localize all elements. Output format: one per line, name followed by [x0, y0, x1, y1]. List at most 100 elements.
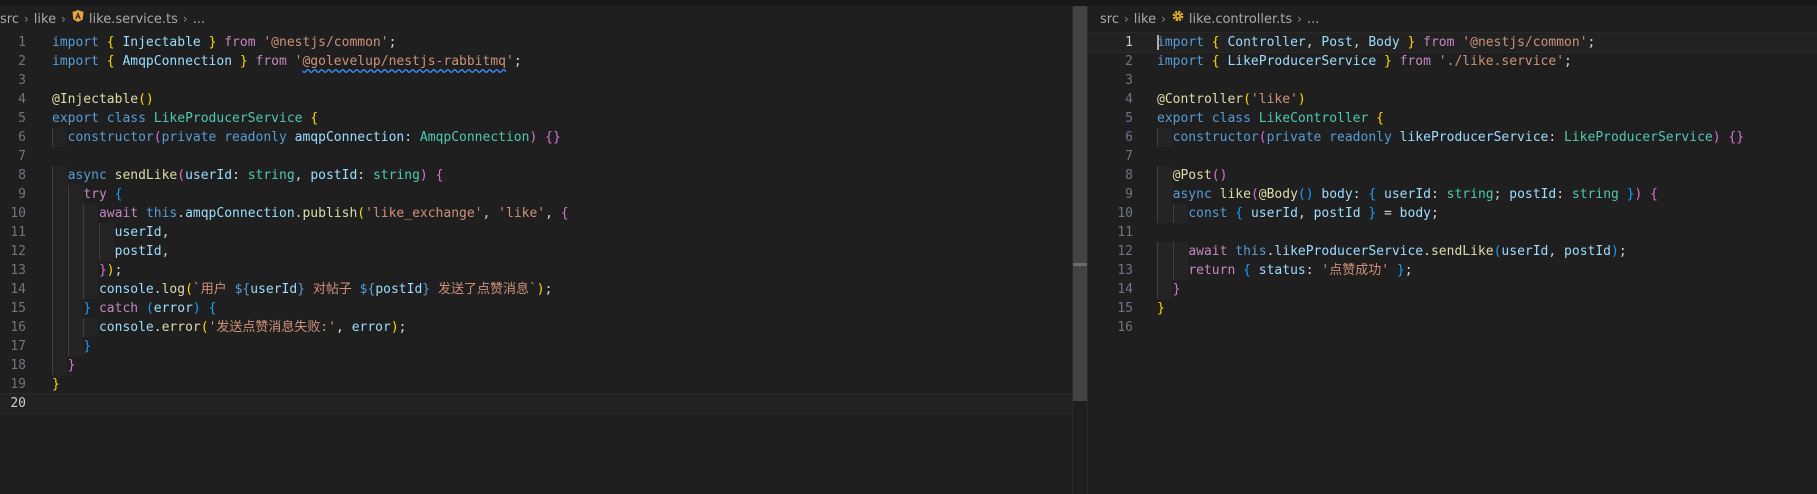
- code-line[interactable]: 16: [1088, 318, 1817, 337]
- breadcrumb-item-file[interactable]: like.controller.ts: [1189, 12, 1292, 27]
- indent-guide: [67, 299, 83, 318]
- code-token: import: [1157, 54, 1204, 69]
- code-token: userId: [1384, 187, 1431, 202]
- code-token: from: [1423, 35, 1455, 50]
- code-token: ,: [482, 206, 499, 221]
- code-line[interactable]: 19}: [0, 375, 1087, 394]
- code-line[interactable]: 7: [1088, 147, 1817, 166]
- code-line[interactable]: 11: [1088, 223, 1817, 242]
- code-line[interactable]: 7: [0, 147, 1087, 166]
- code-token: ${: [359, 282, 376, 297]
- code-line[interactable]: 6 constructor(private readonly likeProdu…: [1088, 128, 1817, 147]
- code-line[interactable]: 3: [1088, 71, 1817, 90]
- code-token: ': [505, 54, 514, 69]
- breadcrumb-item-like[interactable]: like: [34, 12, 56, 27]
- code-token: }: [83, 339, 92, 354]
- code-line[interactable]: 10 await this.amqpConnection.publish('li…: [0, 204, 1087, 223]
- code-line[interactable]: 15 } catch (error) {: [0, 299, 1087, 318]
- code-line[interactable]: 11 userId,: [0, 223, 1087, 242]
- code-line[interactable]: 15}: [1088, 299, 1817, 318]
- code-line[interactable]: 6 constructor(private readonly amqpConne…: [0, 128, 1087, 147]
- code-line[interactable]: 2 import { AmqpConnection } from '@goleve…: [0, 52, 1087, 71]
- code-line[interactable]: 2 import { LikeProducerService } from './…: [1088, 52, 1817, 71]
- scrollbar[interactable]: [1072, 6, 1087, 494]
- code-line[interactable]: 1 import { Injectable } from '@nestjs/com…: [0, 33, 1087, 52]
- indent-guide: [52, 337, 67, 356]
- line-number: 7: [1125, 149, 1133, 164]
- code-line[interactable]: 16 console.error('发送点赞消息失败:', error);: [0, 318, 1087, 337]
- code-line[interactable]: 8 async sendLike(userId: string, postId:…: [0, 166, 1087, 185]
- code-line[interactable]: 5 export class LikeProducerService {: [0, 109, 1087, 128]
- code-token: string: [1571, 187, 1619, 202]
- code-line[interactable]: 12 postId,: [0, 242, 1087, 261]
- code-line[interactable]: 13 return { status: '点赞成功' };: [1088, 261, 1817, 280]
- code-token: (: [145, 301, 154, 316]
- code-token: this: [1235, 244, 1267, 259]
- line-number: 9: [18, 187, 26, 202]
- line-number: 6: [1125, 130, 1133, 145]
- code-token: ,: [161, 244, 170, 259]
- code-text: export class LikeController {: [1157, 109, 1384, 128]
- code-token: ;: [1404, 263, 1413, 278]
- code-line[interactable]: 17 }: [0, 337, 1087, 356]
- code-token: }: [297, 282, 306, 297]
- code-token: {: [1376, 111, 1384, 126]
- code-editor[interactable]: 1 import { Injectable } from '@nestjs/com…: [0, 33, 1087, 414]
- code-token: ): [390, 320, 399, 335]
- code-token: userId: [1250, 206, 1298, 221]
- code-token: this: [145, 206, 178, 221]
- code-text: @Injectable(): [52, 90, 154, 109]
- editor-pane-left[interactable]: src › like › like.service.ts ›... 1 import { I…: [0, 6, 1087, 494]
- code-line[interactable]: 20: [0, 393, 1087, 414]
- code-line[interactable]: 4 @Controller('like'): [1088, 90, 1817, 109]
- chevron-right-icon: ›: [1297, 12, 1302, 26]
- line-number: 11: [1117, 225, 1133, 240]
- code-token: publish: [302, 206, 358, 221]
- code-line[interactable]: 18 }: [0, 356, 1087, 375]
- code-line[interactable]: 12 await this.likeProducerService.sendLi…: [1088, 242, 1817, 261]
- code-editor[interactable]: 1 import { Controller, Post, Body } from …: [1088, 32, 1817, 337]
- code-line[interactable]: 14 console.log(`用户 ${userId} 对帖子 ${postI…: [0, 280, 1087, 299]
- code-line[interactable]: 13 });: [0, 261, 1087, 280]
- breadcrumb-item-symbol[interactable]: ...: [1307, 12, 1319, 27]
- line-number: 12: [1117, 244, 1133, 259]
- code-token: amqpConnection: [294, 130, 405, 145]
- code-line[interactable]: 4 @Injectable(): [0, 90, 1087, 109]
- code-line[interactable]: 14 }: [1088, 280, 1817, 299]
- code-token: LikeProducerService: [153, 111, 303, 126]
- code-line[interactable]: 5 export class LikeController {: [1088, 109, 1817, 128]
- code-line[interactable]: 8 @Post(): [1088, 166, 1817, 185]
- code-line[interactable]: 9 async like(@Body() body: { userId: str…: [1088, 185, 1817, 204]
- code-line[interactable]: 1 import { Controller, Post, Body } from …: [1088, 32, 1817, 53]
- code-line[interactable]: 3: [0, 71, 1087, 90]
- code-line[interactable]: 9 try {: [0, 185, 1087, 204]
- code-token: ;: [1430, 206, 1439, 221]
- code-text: const { userId, postId } = body;: [1157, 204, 1439, 223]
- code-line[interactable]: 10 const { userId, postId } = body;: [1088, 204, 1817, 223]
- code-token: postId: [1509, 187, 1557, 202]
- breadcrumb-item-src[interactable]: src: [1100, 12, 1119, 27]
- code-token: .: [153, 282, 162, 297]
- indent-guide: [1157, 185, 1172, 204]
- breadcrumb-item-symbol[interactable]: ...: [193, 12, 205, 27]
- code-token: {: [1368, 187, 1377, 202]
- breadcrumb-item-like[interactable]: like: [1134, 12, 1156, 27]
- code-token: {: [310, 111, 319, 126]
- code-token: :: [1352, 187, 1369, 202]
- indent-guide: [1172, 242, 1188, 261]
- editor-pane-right[interactable]: src › like › like.controller.ts ›... 1 import …: [1087, 6, 1817, 494]
- breadcrumb-item-file[interactable]: like.service.ts: [89, 12, 178, 27]
- code-token: error: [161, 320, 201, 335]
- scrollbar-thumb[interactable]: [1073, 6, 1087, 401]
- indent-guide: [67, 280, 83, 299]
- code-token: postId: [310, 168, 358, 183]
- breadcrumb-item-src[interactable]: src: [0, 12, 19, 27]
- code-text: import { Injectable } from '@nestjs/comm…: [52, 33, 396, 52]
- indent-guide: [83, 242, 98, 261]
- indent-guide: [67, 242, 83, 261]
